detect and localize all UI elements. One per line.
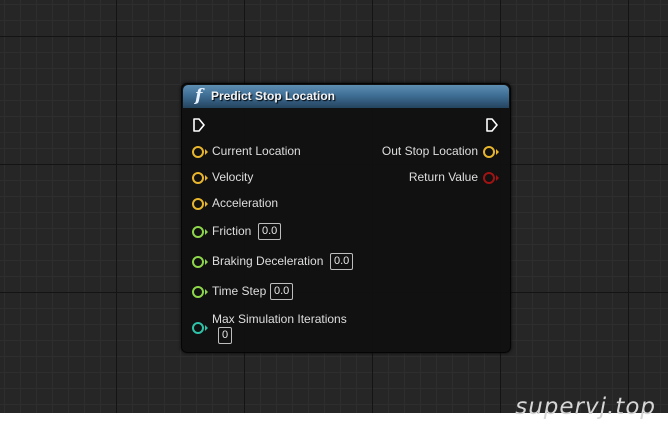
- pin-label: Current Location: [212, 144, 301, 158]
- int-pin-icon[interactable]: [192, 322, 204, 334]
- friction-value-input[interactable]: 0.0: [258, 223, 282, 240]
- pin-label: Acceleration: [212, 196, 279, 210]
- blueprint-graph-canvas[interactable]: f Predict Stop Location Current Location…: [0, 0, 668, 413]
- pin-arrow-icon: [205, 229, 208, 235]
- vector-pin-icon[interactable]: [192, 198, 204, 210]
- float-pin-icon[interactable]: [192, 226, 204, 238]
- braking-deceleration-value-input[interactable]: 0.0: [330, 253, 354, 270]
- vector-pin-icon[interactable]: [192, 172, 204, 184]
- pin-arrow-icon: [205, 149, 208, 155]
- exec-output-pin-icon[interactable]: [485, 117, 499, 133]
- pin-label: Velocity: [212, 170, 254, 184]
- pin-label: Out Stop Location: [381, 144, 478, 158]
- float-pin-icon[interactable]: [192, 256, 204, 268]
- watermark: supervj.top: [515, 394, 656, 420]
- pin-arrow-icon: [205, 201, 208, 207]
- pin-label: Friction: [212, 224, 252, 238]
- vector-pin-icon[interactable]: [483, 146, 495, 158]
- pin-label: Braking Deceleration: [212, 254, 324, 268]
- pin-arrow-icon: [205, 325, 208, 331]
- vector-pin-icon[interactable]: [192, 146, 204, 158]
- pin-arrow-icon: [205, 259, 208, 265]
- predict-stop-location-node[interactable]: f Predict Stop Location Current Location…: [181, 83, 511, 353]
- pin-label: Return Value: [408, 170, 478, 184]
- float-pin-icon[interactable]: [192, 286, 204, 298]
- node-header[interactable]: f Predict Stop Location: [183, 85, 509, 108]
- pin-arrow-icon: [496, 149, 499, 155]
- max-simulation-iterations-value-input[interactable]: 0: [218, 327, 233, 344]
- time-step-value-input[interactable]: 0.0: [270, 283, 294, 300]
- bool-pin-icon[interactable]: [483, 172, 495, 184]
- pin-arrow-icon: [496, 175, 499, 181]
- function-icon: f: [195, 86, 203, 106]
- pin-arrow-icon: [205, 289, 208, 295]
- pin-arrow-icon: [205, 175, 208, 181]
- pin-label: Time Step: [212, 284, 267, 298]
- node-title: Predict Stop Location: [211, 89, 336, 103]
- pin-label: Max Simulation Iterations: [212, 312, 347, 326]
- exec-input-pin-icon[interactable]: [192, 117, 206, 133]
